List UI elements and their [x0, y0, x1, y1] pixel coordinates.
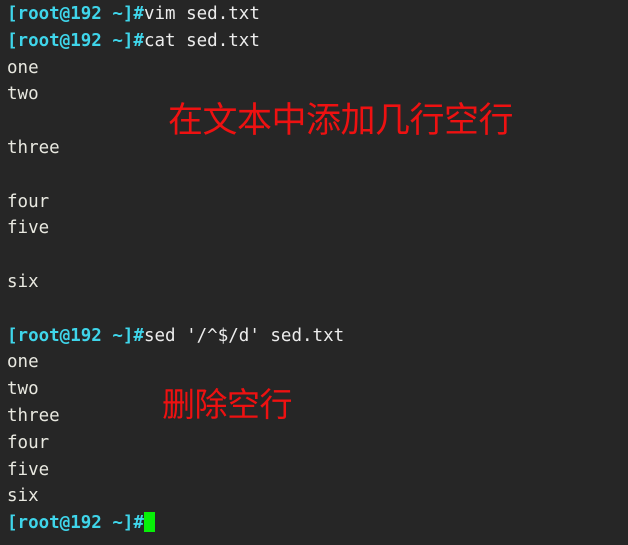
terminal-line-output: five [7, 457, 628, 484]
terminal-line-command: [root@192 ~]#sed '/^$/d' sed.txt [7, 323, 628, 350]
command-text: cat sed.txt [143, 30, 260, 51]
output-text: three [7, 405, 60, 426]
terminal-line-active-prompt[interactable]: [root@192 ~]# [7, 510, 628, 537]
output-text: six [7, 271, 39, 292]
terminal-window[interactable]: [root@192 ~]#vim sed.txt [root@192 ~]#ca… [0, 0, 628, 545]
terminal-line-output: two [7, 376, 628, 403]
output-text: six [7, 486, 39, 507]
terminal-line-command: [root@192 ~]#cat sed.txt [7, 28, 628, 55]
annotation-add-blank-lines: 在文本中添加几行空行 [168, 101, 514, 141]
output-text: two [7, 84, 39, 105]
terminal-line-output: one [7, 55, 628, 82]
terminal-line-output: five [7, 215, 628, 242]
output-text: one [7, 352, 39, 373]
terminal-line-output: six [7, 269, 628, 296]
output-text: five [7, 218, 50, 239]
output-text: one [7, 57, 39, 78]
terminal-line-output: three [7, 403, 628, 430]
terminal-line-output: four [7, 430, 628, 457]
output-text: five [7, 459, 50, 480]
output-text: three [7, 137, 60, 158]
output-text: two [7, 379, 39, 400]
terminal-line-command: [root@192 ~]#vim sed.txt [7, 1, 628, 28]
terminal-line-output: one [7, 349, 628, 376]
output-text: four [7, 432, 50, 453]
text-cursor [143, 512, 155, 533]
terminal-line-output: four [7, 189, 628, 216]
shell-prompt: [root@192 ~]# [7, 30, 144, 51]
annotation-delete-blank-lines: 删除空行 [162, 385, 293, 424]
command-text: sed '/^$/d' sed.txt [143, 325, 345, 346]
terminal-output-area: [root@192 ~]#vim sed.txt [root@192 ~]#ca… [7, 1, 628, 537]
terminal-line-output: six [7, 483, 628, 510]
shell-prompt: [root@192 ~]# [7, 325, 144, 346]
command-text: vim sed.txt [143, 4, 260, 24]
shell-prompt: [root@192 ~]# [7, 513, 144, 534]
output-text: four [7, 191, 50, 212]
shell-prompt: [root@192 ~]# [7, 4, 144, 24]
